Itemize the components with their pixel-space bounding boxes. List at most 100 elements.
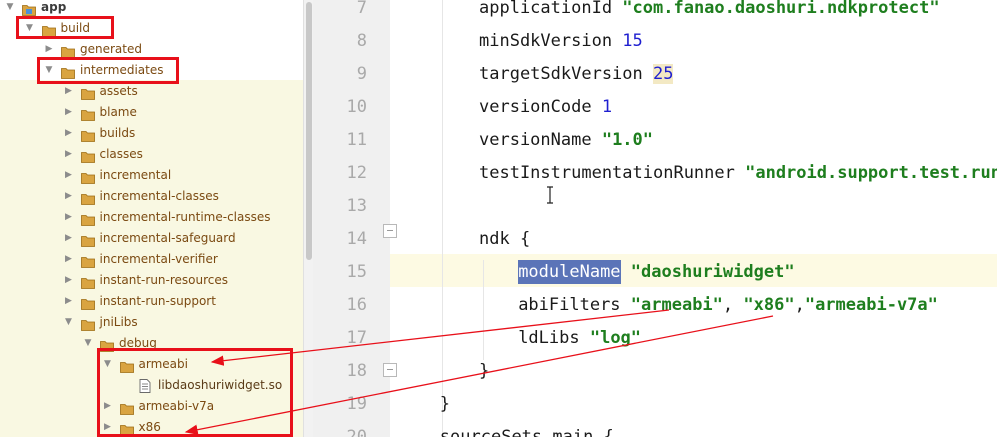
triangle-right-icon[interactable]: ▶ bbox=[63, 207, 75, 228]
line-number: 18 bbox=[346, 361, 367, 381]
tree-item-instant-run-support[interactable]: ▶ instant-run-support bbox=[0, 291, 303, 312]
tree-item-blame[interactable]: ▶ blame bbox=[0, 102, 303, 123]
code-token: ldLibs bbox=[518, 328, 590, 348]
selected-token: moduleName bbox=[518, 260, 621, 284]
code-line[interactable]: targetSdkVersion 25 bbox=[479, 58, 674, 91]
code-token: , bbox=[722, 295, 744, 315]
code-token: 1 bbox=[601, 97, 613, 117]
line-number: 9 bbox=[356, 64, 367, 84]
tree-item-label: incremental-runtime-classes bbox=[99, 210, 271, 224]
code-line[interactable]: sourceSets.main { bbox=[440, 421, 614, 437]
code-line[interactable]: } bbox=[479, 355, 489, 388]
line-number: 14 bbox=[346, 229, 367, 249]
folder-icon bbox=[80, 128, 95, 142]
folder-icon bbox=[80, 191, 95, 205]
code-line[interactable]: testInstrumentationRunner "android.suppo… bbox=[479, 157, 997, 190]
folder-icon bbox=[80, 317, 95, 331]
line-number: 15 bbox=[346, 262, 367, 282]
annotation-box-intermediates bbox=[37, 57, 179, 84]
tree-item-incremental-runtime-classes[interactable]: ▶ incremental-runtime-classes bbox=[0, 207, 303, 228]
triangle-right-icon[interactable]: ▶ bbox=[63, 228, 75, 249]
folder-icon bbox=[80, 254, 95, 268]
tree-item-incremental-safeguard[interactable]: ▶ incremental-safeguard bbox=[0, 228, 303, 249]
code-token: "armeabi-v7a" bbox=[804, 295, 938, 315]
code-token: "1.0" bbox=[601, 130, 654, 150]
tree-item-label: assets bbox=[99, 84, 138, 98]
triangle-right-icon[interactable]: ▶ bbox=[63, 186, 75, 207]
tree-item-instant-run-resources[interactable]: ▶ instant-run-resources bbox=[0, 270, 303, 291]
triangle-down-icon[interactable]: ▼ bbox=[63, 312, 75, 333]
tree-scrollbar-thumb[interactable] bbox=[306, 2, 312, 260]
code-editor[interactable]: 7 8 9 10 11 12 13 14 15 16 17 18 19 20 applicationId … bbox=[313, 0, 997, 437]
code-line[interactable]: abiFilters "armeabi", "x86","armeabi-v7a… bbox=[518, 289, 938, 322]
fold-marker-icon[interactable] bbox=[383, 363, 397, 377]
tree-item-label: incremental-safeguard bbox=[99, 231, 236, 245]
triangle-down-icon[interactable]: ▼ bbox=[4, 0, 16, 18]
triangle-right-icon[interactable]: ▶ bbox=[63, 165, 75, 186]
tree-item-classes[interactable]: ▶ classes bbox=[0, 144, 303, 165]
triangle-right-icon[interactable]: ▶ bbox=[63, 144, 75, 165]
code-line[interactable]: ldLibs "log" bbox=[518, 322, 641, 355]
code-line[interactable]: ndk { bbox=[479, 223, 530, 256]
code-line[interactable]: } bbox=[440, 388, 450, 421]
line-number: 13 bbox=[346, 196, 367, 216]
text-cursor-icon bbox=[547, 186, 553, 204]
line-number: 7 bbox=[356, 0, 367, 18]
line-number: 8 bbox=[356, 31, 367, 51]
triangle-right-icon[interactable]: ▶ bbox=[63, 81, 75, 102]
code-line[interactable]: moduleName "daoshuriwidget" bbox=[518, 256, 795, 289]
code-token: testInstrumentationRunner bbox=[479, 163, 746, 183]
tree-item-incremental-classes[interactable]: ▶ incremental-classes bbox=[0, 186, 303, 207]
line-number: 20 bbox=[346, 427, 367, 437]
code-token: "log" bbox=[589, 328, 642, 348]
code-token: applicationId bbox=[479, 0, 623, 18]
indent-guide bbox=[442, 0, 444, 437]
folder-icon bbox=[80, 233, 95, 247]
code-token: } bbox=[439, 394, 451, 414]
code-line[interactable]: versionCode 1 bbox=[479, 91, 612, 124]
tree-item-assets[interactable]: ▶ assets bbox=[0, 81, 303, 102]
code-token: "x86" bbox=[743, 295, 795, 315]
code-line[interactable]: versionName "1.0" bbox=[479, 124, 653, 157]
folder-icon bbox=[80, 212, 95, 226]
folder-icon bbox=[61, 44, 75, 58]
code-token: , bbox=[794, 295, 805, 315]
code-token: 25 bbox=[653, 64, 674, 84]
triangle-right-icon[interactable]: ▶ bbox=[63, 270, 75, 291]
folder-icon bbox=[80, 107, 95, 121]
code-token: } bbox=[479, 361, 490, 381]
code-line[interactable]: minSdkVersion 15 bbox=[479, 25, 643, 58]
triangle-right-icon[interactable]: ▶ bbox=[63, 249, 75, 270]
tree-item-builds[interactable]: ▶ builds bbox=[0, 123, 303, 144]
line-number: 19 bbox=[346, 394, 367, 414]
triangle-right-icon[interactable]: ▶ bbox=[63, 291, 75, 312]
code-token: minSdkVersion bbox=[479, 31, 623, 51]
triangle-right-icon[interactable]: ▶ bbox=[63, 123, 75, 144]
folder-icon bbox=[80, 275, 95, 289]
annotation-box-build bbox=[16, 16, 114, 39]
code-line[interactable]: applicationId "com.fanao.daoshuri.ndkpro… bbox=[479, 0, 940, 25]
tree-scrollbar[interactable] bbox=[303, 0, 313, 437]
tree-item-incremental[interactable]: ▶ incremental bbox=[0, 165, 303, 186]
fold-marker-icon[interactable] bbox=[383, 224, 397, 238]
editor-gutter: 7 8 9 10 11 12 13 14 15 16 17 18 19 20 bbox=[313, 0, 397, 437]
triangle-down-icon[interactable]: ▼ bbox=[82, 333, 94, 354]
tree-item-incremental-verifier[interactable]: ▶ incremental-verifier bbox=[0, 249, 303, 270]
code-token: targetSdkVersion bbox=[479, 64, 653, 84]
code-token: "armeabi" bbox=[630, 295, 723, 315]
triangle-right-icon[interactable]: ▶ bbox=[63, 102, 75, 123]
code-token: abiFilters bbox=[518, 295, 631, 315]
line-number: 16 bbox=[346, 295, 367, 315]
code-token: versionCode bbox=[479, 97, 602, 117]
tree-item-label: blame bbox=[99, 105, 137, 119]
tree-item-jnilibs[interactable]: ▼ jniLibs bbox=[0, 312, 303, 333]
code-token: ndk { bbox=[479, 229, 531, 249]
folder-icon bbox=[80, 296, 95, 310]
tree-item-label: builds bbox=[99, 126, 136, 140]
folder-icon bbox=[80, 149, 95, 163]
tree-item-label: classes bbox=[99, 147, 143, 161]
tree-item-label: instant-run-resources bbox=[99, 273, 229, 287]
tree-item-label: incremental bbox=[99, 168, 172, 182]
line-number: 12 bbox=[346, 163, 367, 183]
